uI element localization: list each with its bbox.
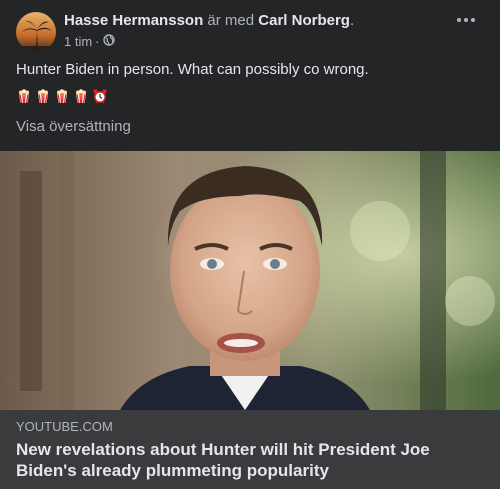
- emoji-row: [16, 88, 108, 109]
- post-time[interactable]: 1 tim: [64, 34, 92, 49]
- post-meta: 1 tim ·: [64, 34, 115, 49]
- popcorn-emoji: [54, 88, 70, 109]
- tagged-name[interactable]: Carl Norberg: [258, 12, 350, 29]
- globe-icon: [102, 34, 115, 49]
- author-avatar[interactable]: [16, 12, 56, 52]
- video-thumbnail[interactable]: [0, 151, 500, 410]
- with-text: är med: [207, 12, 255, 29]
- link-title[interactable]: New revelations about Hunter will hit Pr…: [16, 439, 456, 481]
- link-preview[interactable]: YOUTUBE.COM New revelations about Hunter…: [0, 410, 500, 489]
- popcorn-emoji: [16, 88, 32, 109]
- post-text: Hunter Biden in person. What can possibl…: [16, 61, 369, 78]
- post-card: Hasse Hermansson är med Carl Norberg. 1 …: [0, 0, 500, 489]
- more-options-icon[interactable]: [454, 10, 478, 30]
- meta-separator: ·: [95, 34, 100, 49]
- alarm-clock-emoji: [92, 88, 108, 109]
- see-translation-link[interactable]: Visa översättning: [16, 118, 131, 135]
- author-line: Hasse Hermansson är med Carl Norberg.: [64, 12, 354, 29]
- link-domain: YOUTUBE.COM: [16, 419, 113, 434]
- popcorn-emoji: [35, 88, 51, 109]
- popcorn-emoji: [73, 88, 89, 109]
- author-name[interactable]: Hasse Hermansson: [64, 12, 203, 29]
- post-header: Hasse Hermansson är med Carl Norberg. 1 …: [16, 12, 500, 52]
- period: .: [349, 12, 355, 29]
